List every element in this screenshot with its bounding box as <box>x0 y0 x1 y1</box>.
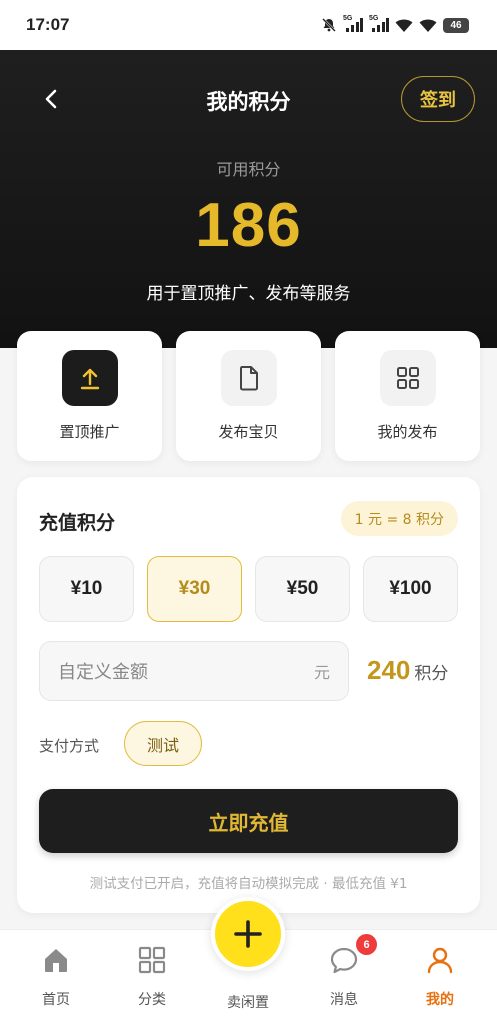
plus-icon <box>234 920 262 948</box>
recharge-note: 测试支付已开启，充值将自动模拟完成 · 最低充值 ¥1 <box>89 876 408 892</box>
user-icon <box>424 944 456 976</box>
action-cards: 置顶推广 发布宝贝 我的发布 <box>17 331 480 461</box>
message-badge: 6 <box>356 934 377 955</box>
upload-icon <box>62 350 118 406</box>
nav-label: 首页 <box>42 992 70 1008</box>
sell-button[interactable] <box>211 897 285 971</box>
action-label: 发布宝贝 <box>218 423 279 441</box>
checkin-button[interactable]: 签到 <box>401 76 475 122</box>
amount-option-30[interactable]: ¥30 <box>147 556 242 622</box>
wifi-icon <box>419 18 437 33</box>
custom-amount-unit: 元 <box>313 663 330 682</box>
payment-method-label: 支付方式 <box>39 737 100 755</box>
nav-label: 我的 <box>426 992 454 1008</box>
calculated-points-value: 240 <box>367 655 411 685</box>
nav-item-mine[interactable]: 我的 <box>400 930 480 1024</box>
document-icon <box>221 350 277 406</box>
mute-icon <box>321 17 337 33</box>
payment-method-chip[interactable]: 测试 <box>124 721 202 766</box>
points-value: 186 <box>195 191 302 260</box>
action-label: 置顶推广 <box>59 423 120 441</box>
amount-option-10[interactable]: ¥10 <box>39 556 134 622</box>
status-icons: 5G 5G 46 <box>321 15 469 33</box>
nav-label: 消息 <box>330 992 358 1008</box>
chat-icon <box>328 944 360 976</box>
status-time: 17:07 <box>26 15 70 34</box>
sell-label: 卖闲置 <box>227 995 269 1011</box>
amount-option-50[interactable]: ¥50 <box>255 556 350 622</box>
recharge-title: 充值积分 <box>39 512 116 534</box>
signal-icon: 5G <box>343 15 363 33</box>
wifi-icon <box>395 18 413 33</box>
nav-item-home[interactable]: 首页 <box>16 930 96 1024</box>
points-label: 可用积分 <box>216 160 281 179</box>
signal-icon: 5G <box>369 15 389 33</box>
category-icon <box>136 944 168 976</box>
action-card-publish[interactable]: 发布宝贝 <box>176 331 321 461</box>
calculated-points-unit: 积分 <box>414 664 449 684</box>
rate-badge: 1 元 = 8 积分 <box>340 501 458 536</box>
battery-icon: 46 <box>443 17 469 33</box>
points-description: 用于置顶推广、发布等服务 <box>146 284 351 304</box>
action-card-promote[interactable]: 置顶推广 <box>17 331 162 461</box>
custom-amount-placeholder: 自定义金额 <box>58 662 148 683</box>
recharge-button[interactable]: 立即充值 <box>39 789 458 853</box>
action-label: 我的发布 <box>377 423 438 441</box>
action-card-my-posts[interactable]: 我的发布 <box>335 331 480 461</box>
nav-item-category[interactable]: 分类 <box>112 930 192 1024</box>
grid-icon <box>380 350 436 406</box>
status-bar: 17:07 5G 5G 46 <box>0 0 497 50</box>
home-icon <box>40 944 72 976</box>
calculated-points: 240 积分 <box>367 655 448 686</box>
amount-option-100[interactable]: ¥100 <box>363 556 458 622</box>
recharge-panel: 充值积分 1 元 = 8 积分 ¥10 ¥30 ¥50 ¥100 自定义金额 元… <box>17 477 480 913</box>
nav-label: 分类 <box>138 992 166 1008</box>
points-header: 我的积分 签到 可用积分 186 用于置顶推广、发布等服务 <box>0 50 497 348</box>
custom-amount-input[interactable]: 自定义金额 元 <box>39 641 349 701</box>
